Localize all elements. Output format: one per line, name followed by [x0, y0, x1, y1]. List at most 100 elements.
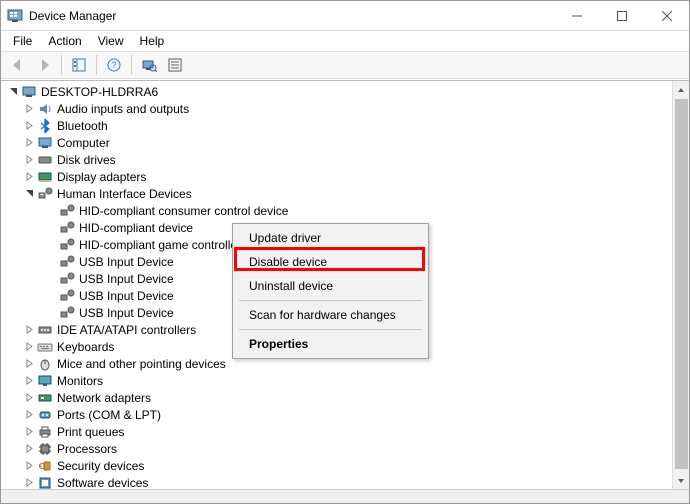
tree-category-bluetooth[interactable]: Bluetooth	[5, 117, 672, 134]
hid-icon	[59, 305, 75, 321]
chevron-right-icon[interactable]	[23, 103, 35, 115]
toolbar-separator	[131, 55, 132, 75]
ctx-scan-hardware[interactable]: Scan for hardware changes	[235, 303, 426, 327]
display-adapter-icon	[37, 169, 53, 185]
tree-root[interactable]: DESKTOP-HLDRRA6	[5, 83, 672, 100]
computer-icon	[37, 135, 53, 151]
tree-label: USB Input Device	[79, 306, 174, 320]
nav-forward-button[interactable]	[33, 54, 55, 76]
properties-button[interactable]	[164, 54, 186, 76]
tree-category-ports[interactable]: Ports (COM & LPT)	[5, 406, 672, 423]
svg-text:?: ?	[111, 60, 116, 70]
tree-label: Mice and other pointing devices	[57, 357, 226, 371]
hid-icon	[59, 220, 75, 236]
tree-item-hid-child[interactable]: HID-compliant consumer control device	[5, 202, 672, 219]
tree-category-network[interactable]: Network adapters	[5, 389, 672, 406]
menu-help[interactable]: Help	[132, 32, 173, 50]
toolbar: ?	[1, 51, 689, 79]
security-icon	[37, 458, 53, 474]
keyboard-icon	[37, 339, 53, 355]
chevron-down-icon[interactable]	[7, 86, 19, 98]
chevron-right-icon[interactable]	[23, 171, 35, 183]
nav-back-button[interactable]	[7, 54, 29, 76]
tree-category-hid[interactable]: Human Interface Devices	[5, 185, 672, 202]
hid-icon	[59, 271, 75, 287]
tree-label: Display adapters	[57, 170, 146, 184]
ctx-uninstall-device[interactable]: Uninstall device	[235, 274, 426, 298]
mouse-icon	[37, 356, 53, 372]
ctx-separator	[239, 300, 422, 301]
status-bar	[1, 489, 689, 503]
tree-label: HID-compliant device	[79, 221, 193, 235]
menu-view[interactable]: View	[90, 32, 132, 50]
tree-label: Computer	[57, 136, 110, 150]
scroll-down-button[interactable]	[673, 472, 689, 489]
tree-label: DESKTOP-HLDRRA6	[41, 85, 158, 99]
tree-category-processors[interactable]: Processors	[5, 440, 672, 457]
hid-icon	[37, 186, 53, 202]
chevron-right-icon[interactable]	[23, 137, 35, 149]
tree-label: USB Input Device	[79, 272, 174, 286]
toolbar-separator	[61, 55, 62, 75]
minimize-button[interactable]	[554, 1, 599, 31]
software-device-icon	[37, 475, 53, 490]
tree-category-disk[interactable]: Disk drives	[5, 151, 672, 168]
tree-label: Keyboards	[57, 340, 114, 354]
chevron-right-icon[interactable]	[23, 154, 35, 166]
chevron-right-icon[interactable]	[23, 324, 35, 336]
chevron-right-icon[interactable]	[23, 341, 35, 353]
tree-label: Security devices	[57, 459, 144, 473]
chevron-right-icon[interactable]	[23, 443, 35, 455]
context-menu: Update driver Disable device Uninstall d…	[232, 223, 429, 359]
ctx-update-driver[interactable]: Update driver	[235, 226, 426, 250]
toolbar-separator	[96, 55, 97, 75]
tree-category-computer[interactable]: Computer	[5, 134, 672, 151]
titlebar: Device Manager	[1, 1, 689, 31]
chevron-right-icon[interactable]	[23, 460, 35, 472]
disk-icon	[37, 152, 53, 168]
chevron-right-icon[interactable]	[23, 409, 35, 421]
chevron-down-icon[interactable]	[23, 188, 35, 200]
hid-icon	[59, 254, 75, 270]
show-hide-tree-button[interactable]	[68, 54, 90, 76]
maximize-button[interactable]	[599, 1, 644, 31]
hid-icon	[59, 203, 75, 219]
chevron-right-icon[interactable]	[23, 120, 35, 132]
tree-category-monitors[interactable]: Monitors	[5, 372, 672, 389]
tree-label: USB Input Device	[79, 289, 174, 303]
tree-label: HID-compliant consumer control device	[79, 204, 288, 218]
tree-label: HID-compliant game controller	[79, 238, 241, 252]
scan-hardware-button[interactable]	[138, 54, 160, 76]
ctx-properties[interactable]: Properties	[235, 332, 426, 356]
vertical-scrollbar[interactable]	[672, 81, 689, 489]
chevron-right-icon[interactable]	[23, 477, 35, 489]
window-title: Device Manager	[29, 9, 554, 23]
hid-icon	[59, 237, 75, 253]
chevron-right-icon[interactable]	[23, 375, 35, 387]
tree-category-software[interactable]: Software devices	[5, 474, 672, 489]
tree-label: USB Input Device	[79, 255, 174, 269]
menu-action[interactable]: Action	[40, 32, 89, 50]
tree-label: Ports (COM & LPT)	[57, 408, 161, 422]
tree-category-display[interactable]: Display adapters	[5, 168, 672, 185]
tree-label: IDE ATA/ATAPI controllers	[57, 323, 196, 337]
app-icon	[7, 8, 23, 24]
scroll-thumb[interactable]	[675, 99, 688, 469]
menu-file[interactable]: File	[5, 32, 40, 50]
chevron-right-icon[interactable]	[23, 426, 35, 438]
network-adapter-icon	[37, 390, 53, 406]
chevron-right-icon[interactable]	[23, 392, 35, 404]
tree-category-printq[interactable]: Print queues	[5, 423, 672, 440]
tree-category-security[interactable]: Security devices	[5, 457, 672, 474]
tree-label: Human Interface Devices	[57, 187, 192, 201]
tree-category-audio[interactable]: Audio inputs and outputs	[5, 100, 672, 117]
chevron-right-icon[interactable]	[23, 358, 35, 370]
tree-label: Processors	[57, 442, 117, 456]
ctx-disable-device[interactable]: Disable device	[235, 250, 426, 274]
monitor-icon	[37, 373, 53, 389]
scroll-up-button[interactable]	[673, 81, 689, 98]
speaker-icon	[37, 101, 53, 117]
help-button[interactable]: ?	[103, 54, 125, 76]
tree-label: Disk drives	[57, 153, 116, 167]
close-button[interactable]	[644, 1, 689, 31]
